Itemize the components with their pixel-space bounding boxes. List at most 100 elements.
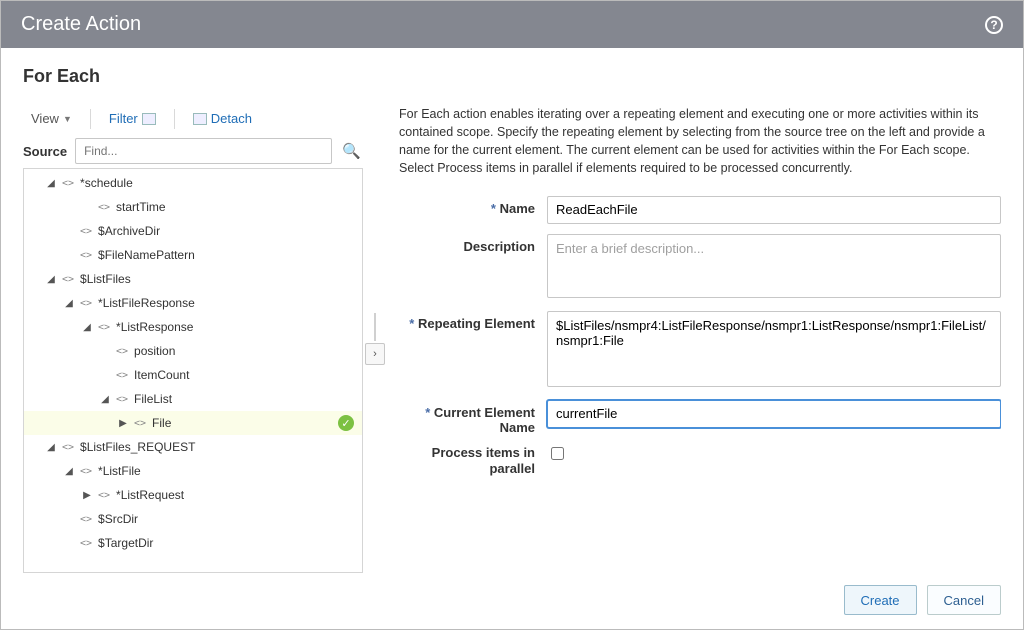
- element-tag-icon: [98, 322, 110, 333]
- create-action-dialog: Create Action ? For Each View ▼ Filter: [0, 0, 1024, 630]
- variable-icon: [80, 226, 92, 237]
- toolbar-separator: [90, 109, 91, 129]
- tree-node[interactable]: ◢ *ListFileResponse: [24, 291, 362, 315]
- tree-node-label: startTime: [116, 200, 166, 214]
- help-icon[interactable]: ?: [985, 16, 1003, 34]
- dialog-body: For Each View ▼ Filter: [1, 48, 1023, 629]
- section-title: For Each: [23, 66, 1001, 87]
- tree-node[interactable]: ◢ $ListFiles_REQUEST: [24, 435, 362, 459]
- source-toolbar: View ▼ Filter Detach: [23, 105, 363, 134]
- element-tag-icon: [98, 202, 110, 213]
- source-search-row: Source 🔍: [23, 138, 363, 164]
- tree-node[interactable]: ◢ FileList: [24, 387, 362, 411]
- toolbar-separator: [174, 109, 175, 129]
- name-label: Name: [500, 201, 535, 216]
- tree-node[interactable]: $FileNamePattern: [24, 243, 362, 267]
- tree-node-label: ItemCount: [134, 368, 189, 382]
- dialog-title: Create Action: [21, 13, 141, 36]
- splitter-bar: [374, 313, 376, 341]
- variable-icon: [80, 250, 92, 261]
- source-label: Source: [23, 144, 67, 159]
- variable-icon: [80, 538, 92, 549]
- search-icon[interactable]: 🔍: [340, 142, 363, 160]
- repeating-element-label-cell: * Repeating Element: [399, 311, 547, 331]
- element-tag-icon: [116, 346, 128, 357]
- current-element-label: Current Element Name: [434, 405, 535, 435]
- parallel-row: Process items in parallel: [399, 445, 1001, 479]
- tree-node[interactable]: ◢ *ListResponse: [24, 315, 362, 339]
- expand-icon[interactable]: ▶: [82, 490, 92, 501]
- description-input[interactable]: [547, 234, 1001, 298]
- source-tree[interactable]: ◢*schedule startTime $ArchiveDir $FileNameP…: [24, 169, 362, 572]
- repeating-element-input[interactable]: [547, 311, 1001, 387]
- tree-node[interactable]: ◢ *ListFile: [24, 459, 362, 483]
- collapse-icon[interactable]: ◢: [46, 442, 56, 453]
- variable-icon: [62, 442, 74, 453]
- source-panel: View ▼ Filter Detach Source: [23, 105, 363, 573]
- tree-node[interactable]: $TargetDir: [24, 531, 362, 555]
- detach-button[interactable]: Detach: [185, 107, 260, 130]
- tree-node-label: $ListFiles: [80, 272, 131, 286]
- collapse-icon[interactable]: ◢: [64, 466, 74, 477]
- tree-node-label: $ListFiles_REQUEST: [80, 440, 195, 454]
- collapse-icon[interactable]: ◢: [100, 394, 110, 405]
- tree-node-label: *ListRequest: [116, 488, 184, 502]
- parallel-label: Process items in parallel: [399, 445, 547, 479]
- collapse-right-button[interactable]: ›: [365, 343, 385, 365]
- name-input[interactable]: [547, 196, 1001, 224]
- element-tag-icon: [98, 490, 110, 501]
- parallel-checkbox[interactable]: [551, 447, 564, 460]
- name-row: * Name: [399, 196, 1001, 224]
- collapse-icon[interactable]: ◢: [46, 274, 56, 285]
- tree-node[interactable]: ◢ $ListFiles: [24, 267, 362, 291]
- tree-node-label: FileList: [134, 392, 172, 406]
- expand-icon[interactable]: ▶: [118, 418, 128, 429]
- variable-icon: [62, 274, 74, 285]
- collapse-icon[interactable]: ◢: [64, 298, 74, 309]
- tree-node-label: $TargetDir: [98, 536, 153, 550]
- action-description: For Each action enables iterating over a…: [399, 105, 1001, 178]
- tree-node-label: position: [134, 344, 175, 358]
- source-tree-container: ◢*schedule startTime $ArchiveDir $FileNameP…: [23, 168, 363, 573]
- variable-icon: [80, 514, 92, 525]
- repeating-element-row: * Repeating Element: [399, 311, 1001, 390]
- element-tag-icon: [62, 178, 74, 189]
- element-tag-icon: [116, 370, 128, 381]
- detach-label: Detach: [211, 111, 252, 126]
- current-element-input[interactable]: [547, 400, 1001, 428]
- collapse-icon[interactable]: ◢: [82, 322, 92, 333]
- tree-node-label: *ListFile: [98, 464, 141, 478]
- dialog-footer: Create Cancel: [23, 573, 1001, 615]
- tree-node-label: $SrcDir: [98, 512, 138, 526]
- tree-node[interactable]: ◢*schedule: [24, 171, 362, 195]
- cancel-button[interactable]: Cancel: [927, 585, 1001, 615]
- detach-icon: [193, 113, 207, 125]
- panel-splitter[interactable]: ›: [363, 105, 387, 573]
- tree-node-label: *ListFileResponse: [98, 296, 195, 310]
- dialog-titlebar: Create Action ?: [1, 1, 1023, 48]
- view-menu[interactable]: View ▼: [23, 107, 80, 130]
- tree-node[interactable]: startTime: [24, 195, 362, 219]
- tree-node[interactable]: position: [24, 339, 362, 363]
- view-label: View: [31, 111, 59, 126]
- tree-node-label: $FileNamePattern: [98, 248, 195, 262]
- current-element-label-cell: * Current Element Name: [399, 400, 547, 435]
- tree-node[interactable]: ▶ *ListRequest: [24, 483, 362, 507]
- tree-node-label: $ArchiveDir: [98, 224, 160, 238]
- tree-node-label: *ListResponse: [116, 320, 193, 334]
- collapse-icon[interactable]: ◢: [46, 178, 56, 189]
- element-tag-icon: [116, 394, 128, 405]
- tree-node[interactable]: ItemCount: [24, 363, 362, 387]
- find-input[interactable]: [75, 138, 332, 164]
- filter-icon: [142, 113, 156, 125]
- check-icon: ✓: [338, 415, 354, 431]
- create-button[interactable]: Create: [844, 585, 917, 615]
- tree-node[interactable]: $ArchiveDir: [24, 219, 362, 243]
- chevron-down-icon: ▼: [63, 114, 72, 124]
- filter-button[interactable]: Filter: [101, 107, 164, 130]
- tree-node[interactable]: $SrcDir: [24, 507, 362, 531]
- tree-node[interactable]: ▶ File ✓: [24, 411, 362, 435]
- current-element-row: * Current Element Name: [399, 400, 1001, 435]
- tree-node-label: File: [152, 416, 171, 430]
- element-tag-icon: [80, 466, 92, 477]
